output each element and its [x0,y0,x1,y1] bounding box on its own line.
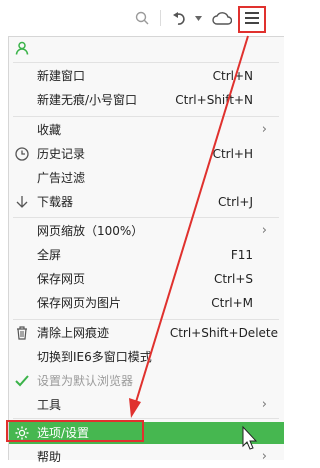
undo-icon[interactable] [170,0,190,36]
menu-item-label: 新建窗口 [37,69,86,83]
menu-item-ad-filter[interactable]: 广告过滤 [9,167,284,189]
clock-icon [15,147,29,161]
chevron-right-icon: › [261,122,267,137]
menu-item-label: 广告过滤 [37,171,86,185]
annotation-highlight-box [238,6,266,33]
menu-item-label: 设置为默认浏览器 [37,374,134,388]
menu-item-shortcut: Ctrl+S [213,272,253,286]
menu-item-favorites[interactable]: 收藏 › [9,119,284,141]
menu-item-shortcut: Ctrl+H [212,147,253,161]
menu-item-label: 新建无痕/小号窗口 [37,93,138,107]
download-icon [16,196,28,208]
menu-item-shortcut: Ctrl+Shift+Delete [169,326,278,340]
menu-item-clear-traces[interactable]: 清除上网痕迹 Ctrl+Shift+Delete [9,322,284,344]
menu-item-set-default: 设置为默认浏览器 [9,370,284,392]
cloud-icon[interactable] [210,0,234,36]
chevron-down-icon[interactable] [193,0,203,36]
toolbar-divider [160,10,161,26]
menu-item-new-window[interactable]: 新建窗口 Ctrl+N [9,65,284,87]
menu-item-tools[interactable]: 工具 › [9,394,284,416]
menu-item-downloader[interactable]: 下载器 Ctrl+J [9,191,284,213]
menu-item-label: 工具 [37,398,62,412]
menu-item-shortcut: Ctrl+J [218,195,253,209]
menu-divider [13,62,279,63]
menu-item-label: 帮助 [37,450,62,464]
account-row[interactable] [9,37,284,61]
menu-item-help[interactable]: 帮助 › [9,446,284,468]
menu-item-label: 保存网页为图片 [37,296,122,310]
menu-item-history[interactable]: 历史记录 Ctrl+H [9,143,284,165]
menu-divider [13,418,279,419]
menu-divider [13,116,279,117]
menu-item-shortcut: Ctrl+Shift+N [175,93,253,107]
menu-item-label: 网页缩放（100%） [37,224,144,238]
menu-divider [13,217,279,218]
menu-item-fullscreen[interactable]: 全屏 F11 [9,244,284,266]
chevron-right-icon: › [261,449,267,464]
chevron-right-icon: › [261,397,267,412]
menu-item-label: 清除上网痕迹 [37,326,110,340]
checkmark-icon [15,375,29,387]
menu-item-label: 全屏 [37,248,62,262]
menu-item-switch-ie6[interactable]: 切换到IE6多窗口模式 [9,346,284,368]
menu-item-label: 保存网页 [37,272,86,286]
chevron-right-icon: › [261,223,267,238]
annotation-highlight-box [6,420,144,442]
menu-item-shortcut: Ctrl+M [211,296,253,310]
search-icon[interactable] [132,0,152,36]
menu-item-save-page[interactable]: 保存网页 Ctrl+S [9,268,284,290]
menu-item-label: 收藏 [37,123,62,137]
menu-divider [13,319,279,320]
menu-item-shortcut: F11 [230,248,253,262]
menu-item-label: 切换到IE6多窗口模式 [37,350,152,364]
user-icon[interactable] [15,41,29,55]
menu-item-new-private-window[interactable]: 新建无痕/小号窗口 Ctrl+Shift+N [9,89,284,111]
menu-item-save-as-image[interactable]: 保存网页为图片 Ctrl+M [9,292,284,314]
menu-item-label: 历史记录 [37,147,86,161]
menu-item-label: 下载器 [37,195,74,209]
menu-item-zoom[interactable]: 网页缩放（100%） › [9,220,284,242]
trash-icon [17,326,27,340]
browser-main-menu: 新建窗口 Ctrl+N 新建无痕/小号窗口 Ctrl+Shift+N 收藏 › … [8,36,284,464]
menu-item-shortcut: Ctrl+N [212,69,253,83]
